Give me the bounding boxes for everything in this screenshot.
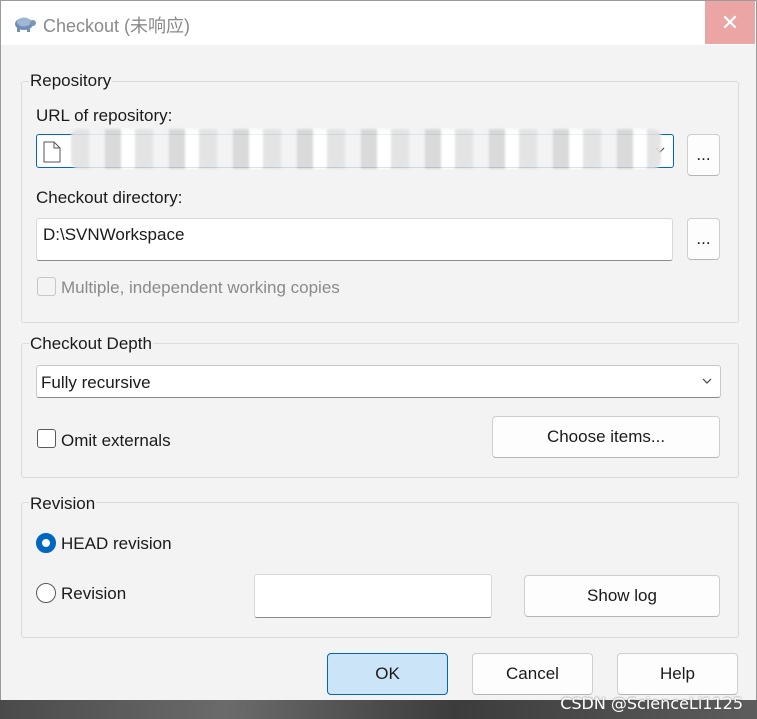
multiple-copies-label: Multiple, independent working copies [61, 278, 340, 297]
tortoise-icon [15, 17, 36, 32]
checkout-depth-group-label: Checkout Depth [29, 334, 153, 354]
revision-group-label: Revision [29, 494, 97, 514]
close-button[interactable]: ✕ [705, 1, 755, 44]
help-button[interactable]: Help [617, 653, 738, 695]
browse-url-button[interactable]: ... [687, 134, 720, 176]
depth-selected-value: Fully recursive [41, 373, 151, 392]
choose-items-button[interactable]: Choose items... [492, 416, 720, 458]
depth-select[interactable]: Fully recursive [36, 365, 721, 398]
checkout-dialog: Checkout (未响应) ✕ Repository URL of repos… [0, 0, 757, 719]
url-label: URL of repository: [36, 106, 173, 125]
watermark: CSDN @ScienceLi1125 [560, 694, 743, 713]
cancel-button[interactable]: Cancel [472, 653, 593, 695]
head-revision-radio[interactable] [36, 533, 56, 553]
repository-group-label: Repository [29, 71, 113, 91]
chevron-down-icon[interactable] [702, 376, 712, 386]
ok-button[interactable]: OK [327, 653, 448, 695]
revision-radio[interactable] [36, 583, 56, 603]
revision-label[interactable]: Revision [61, 584, 126, 604]
revision-input[interactable] [254, 574, 492, 618]
omit-externals-label[interactable]: Omit externals [61, 431, 171, 451]
show-log-button[interactable]: Show log [524, 575, 720, 617]
file-icon [43, 141, 61, 163]
head-revision-label[interactable]: HEAD revision [61, 534, 172, 554]
close-icon: ✕ [720, 9, 740, 35]
omit-externals-checkbox[interactable] [37, 429, 56, 448]
checkout-directory-input[interactable]: D:\SVNWorkspace [36, 218, 673, 261]
title-bar[interactable]: Checkout (未响应) ✕ [1, 1, 756, 45]
checkout-directory-label: Checkout directory: [36, 188, 183, 207]
window-title: Checkout (未响应) [43, 16, 191, 36]
multiple-copies-checkbox[interactable] [37, 277, 56, 296]
redacted-url-overlay [71, 129, 661, 169]
checkout-directory-value: D:\SVNWorkspace [43, 225, 185, 244]
browse-directory-button[interactable]: ... [687, 218, 720, 260]
